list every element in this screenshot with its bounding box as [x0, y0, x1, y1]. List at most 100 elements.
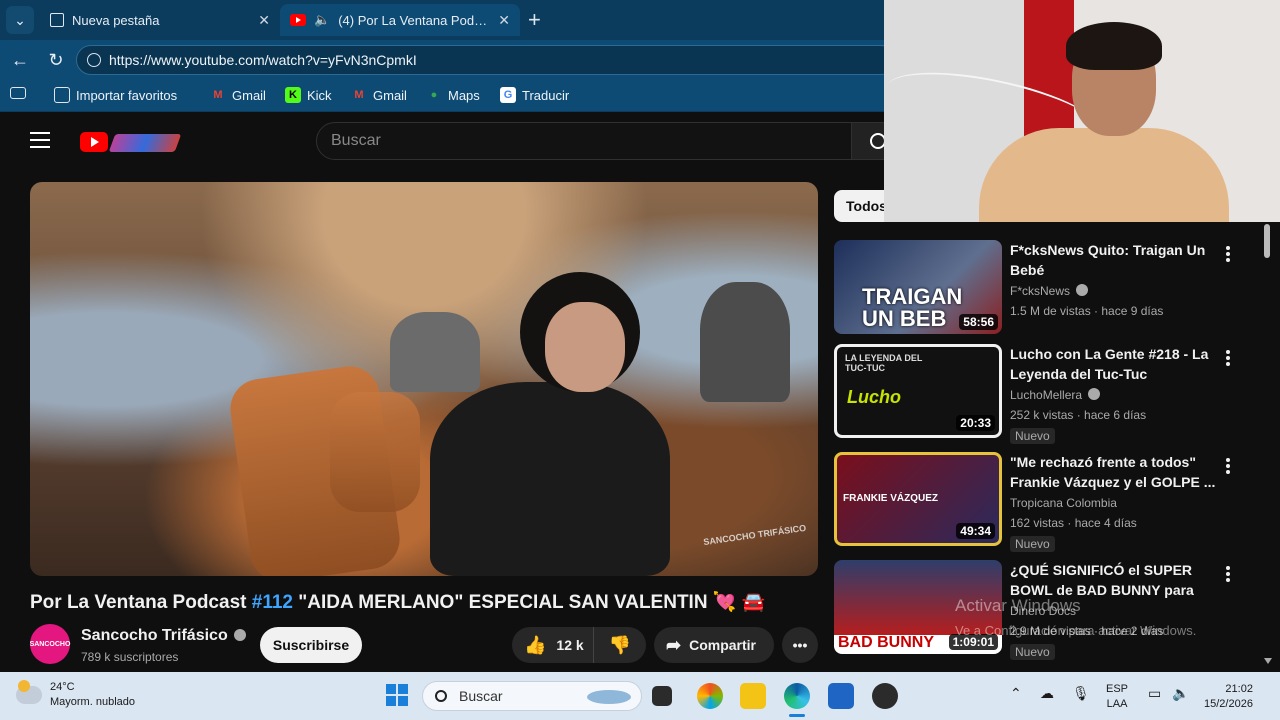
thumbnail-text: FRANKIE VÁZQUEZ: [843, 493, 938, 504]
language-indicator[interactable]: ESP LAA: [1106, 682, 1128, 712]
video-player[interactable]: SANCOCHO TRIFÁSICO: [30, 182, 818, 576]
youtube-logo[interactable]: [80, 132, 108, 152]
new-tab-button[interactable]: +: [528, 8, 541, 32]
weather-cloudy-icon: [16, 680, 42, 704]
video-thumbnail[interactable]: FRANKIE VÁZQUEZ 49:34: [834, 452, 1002, 546]
share-label: Compartir: [689, 637, 756, 653]
display-icon[interactable]: ▭: [1148, 686, 1161, 701]
search-placeholder: Buscar: [331, 132, 381, 149]
volume-icon[interactable]: 🔈: [1172, 686, 1189, 701]
more-options-icon[interactable]: [1222, 458, 1234, 474]
tab-title: Nueva pestaña: [72, 12, 160, 28]
close-tab-icon[interactable]: ✕: [498, 12, 510, 29]
channel-name: Tropicana Colombia: [1010, 496, 1117, 510]
video-thumbnail[interactable]: TRAIGAN UN BEB 58:56: [834, 240, 1002, 334]
translate-icon: G: [500, 87, 516, 103]
host-face: [545, 302, 625, 392]
bookmark-import[interactable]: Importar favoritos: [54, 87, 177, 103]
recommendation-item[interactable]: LA LEYENDA DEL TUC-TUC Lucho 20:33 Lucho…: [834, 344, 1244, 444]
youtube-doodle[interactable]: [108, 134, 182, 152]
video-title[interactable]: F*cksNews Quito: Traigan Un Bebé: [1010, 240, 1216, 280]
video-title: Por La Ventana Podcast #112 "AIDA MERLAN…: [30, 590, 765, 614]
lucho-logo: Lucho: [847, 387, 901, 407]
scrollbar-thumb[interactable]: [1264, 224, 1270, 258]
thumbnail-text: BAD BUNNY: [838, 634, 934, 651]
like-dislike-group: 👍 12 k 👎: [512, 627, 646, 663]
page-scrollbar[interactable]: [1262, 222, 1272, 664]
new-badge: Nuevo: [1010, 536, 1055, 552]
like-button[interactable]: 👍 12 k: [512, 627, 594, 663]
weather-temperature: 24°C: [50, 681, 75, 693]
tab-youtube[interactable]: 🔈 (4) Por La Ventana Podcast #1 ✕: [280, 4, 520, 36]
channel-name-text[interactable]: Sancocho Trifásico: [81, 627, 228, 644]
search-input[interactable]: Buscar: [316, 122, 852, 160]
video-title[interactable]: Lucho con La Gente #218 - La Leyenda del…: [1010, 344, 1216, 384]
refresh-icon[interactable]: ↻: [44, 48, 68, 72]
bookmark-gmail[interactable]: M Gmail: [210, 87, 266, 103]
close-tab-icon[interactable]: ✕: [258, 12, 270, 29]
speaker-icon[interactable]: 🔈: [314, 12, 330, 28]
biker-person: [700, 282, 790, 402]
more-actions-button[interactable]: •••: [782, 627, 818, 663]
bookmark-gmail-2[interactable]: M Gmail: [351, 87, 407, 103]
video-title[interactable]: ¿QUÉ SIGNIFICÓ el SUPER BOWL de BAD BUNN…: [1010, 560, 1216, 600]
channel-watermark: SANCOCHO TRIFÁSICO: [702, 522, 807, 548]
bookmarks-sidebar-icon[interactable]: [10, 87, 26, 99]
microphone-icon[interactable]: 🎙: [1072, 686, 1090, 701]
webcam-overlay: [884, 0, 1280, 222]
bookmark-maps[interactable]: ● Maps: [426, 87, 480, 103]
thumbs-up-icon: 👍: [524, 634, 547, 655]
address-bar[interactable]: https://www.youtube.com/watch?v=yFvN3nCp…: [76, 45, 896, 75]
url-text: https://www.youtube.com/watch?v=yFvN3nCp…: [109, 52, 417, 68]
channel-name: F*cksNews: [1010, 284, 1089, 298]
weather-widget[interactable]: 24°C Mayorm. nublado: [16, 680, 135, 710]
recommendation-item[interactable]: FRANKIE VÁZQUEZ 49:34 "Me rechazó frente…: [834, 452, 1244, 552]
subscribe-button[interactable]: Suscribirse: [260, 627, 362, 663]
microsoft-store-icon[interactable]: [828, 683, 854, 709]
search-highlight-icon: [587, 690, 631, 704]
share-button[interactable]: ➦ Compartir: [654, 627, 774, 663]
video-thumbnail[interactable]: LA LEYENDA DEL TUC-TUC Lucho 20:33: [834, 344, 1002, 438]
tab-actions-menu-button[interactable]: ⌄: [6, 6, 34, 34]
clock[interactable]: 21:02 15/2/2026: [1204, 682, 1253, 712]
more-options-icon[interactable]: [1222, 246, 1234, 262]
clock-date: 15/2/2026: [1204, 698, 1253, 710]
app-with-notification-icon[interactable]: [872, 683, 898, 709]
bookmark-label: Traducir: [522, 87, 570, 103]
dislike-button[interactable]: 👎: [594, 635, 646, 656]
sidebar-icon: [10, 87, 26, 99]
task-view-icon[interactable]: [652, 686, 672, 706]
video-duration: 49:34: [956, 523, 995, 539]
video-title[interactable]: "Me rechazó frente a todos" Frankie Vázq…: [1010, 452, 1216, 492]
video-meta: 162 vistas · hace 4 días: [1010, 516, 1137, 530]
tab-new-tab[interactable]: Nueva pestaña ✕: [40, 4, 280, 36]
video-title-rest: "AIDA MERLANO" ESPECIAL SAN VALENTIN 💘 🚘: [292, 592, 766, 613]
channel-avatar[interactable]: SANCOCHO: [30, 624, 70, 664]
start-button[interactable]: [386, 684, 408, 706]
more-options-icon[interactable]: [1222, 566, 1234, 582]
search-icon: [435, 690, 447, 702]
bookmark-kick[interactable]: K Kick: [285, 87, 332, 103]
clock-time: 21:02: [1225, 683, 1253, 695]
tab-title: (4) Por La Ventana Podcast #1: [338, 12, 490, 28]
copilot-icon[interactable]: [697, 683, 723, 709]
import-icon: [54, 87, 70, 103]
recommendation-item[interactable]: TRAIGAN UN BEB 58:56 F*cksNews Quito: Tr…: [834, 240, 1244, 340]
file-explorer-icon[interactable]: [740, 683, 766, 709]
site-info-icon[interactable]: [87, 53, 101, 67]
menu-icon[interactable]: [30, 132, 50, 148]
show-hidden-icons-chevron-icon[interactable]: ⌃: [1010, 686, 1022, 701]
network-icon[interactable]: ☁: [1040, 686, 1054, 701]
scroll-down-arrow-icon[interactable]: [1264, 658, 1272, 664]
new-badge: Nuevo: [1010, 428, 1055, 444]
channel-name[interactable]: Sancocho Trifásico: [81, 627, 246, 645]
bookmark-translate[interactable]: G Traducir: [500, 87, 569, 103]
taskbar-search[interactable]: Buscar: [422, 681, 642, 711]
bookmark-label: Importar favoritos: [76, 87, 178, 103]
video-hashtag-link[interactable]: #112: [252, 592, 293, 613]
maps-icon: ●: [430, 89, 438, 101]
edge-browser-icon[interactable]: [784, 683, 810, 709]
back-arrow-icon[interactable]: ←: [8, 48, 32, 72]
more-options-icon[interactable]: [1222, 350, 1234, 366]
channel-name-text: LuchoMellera: [1010, 388, 1083, 402]
